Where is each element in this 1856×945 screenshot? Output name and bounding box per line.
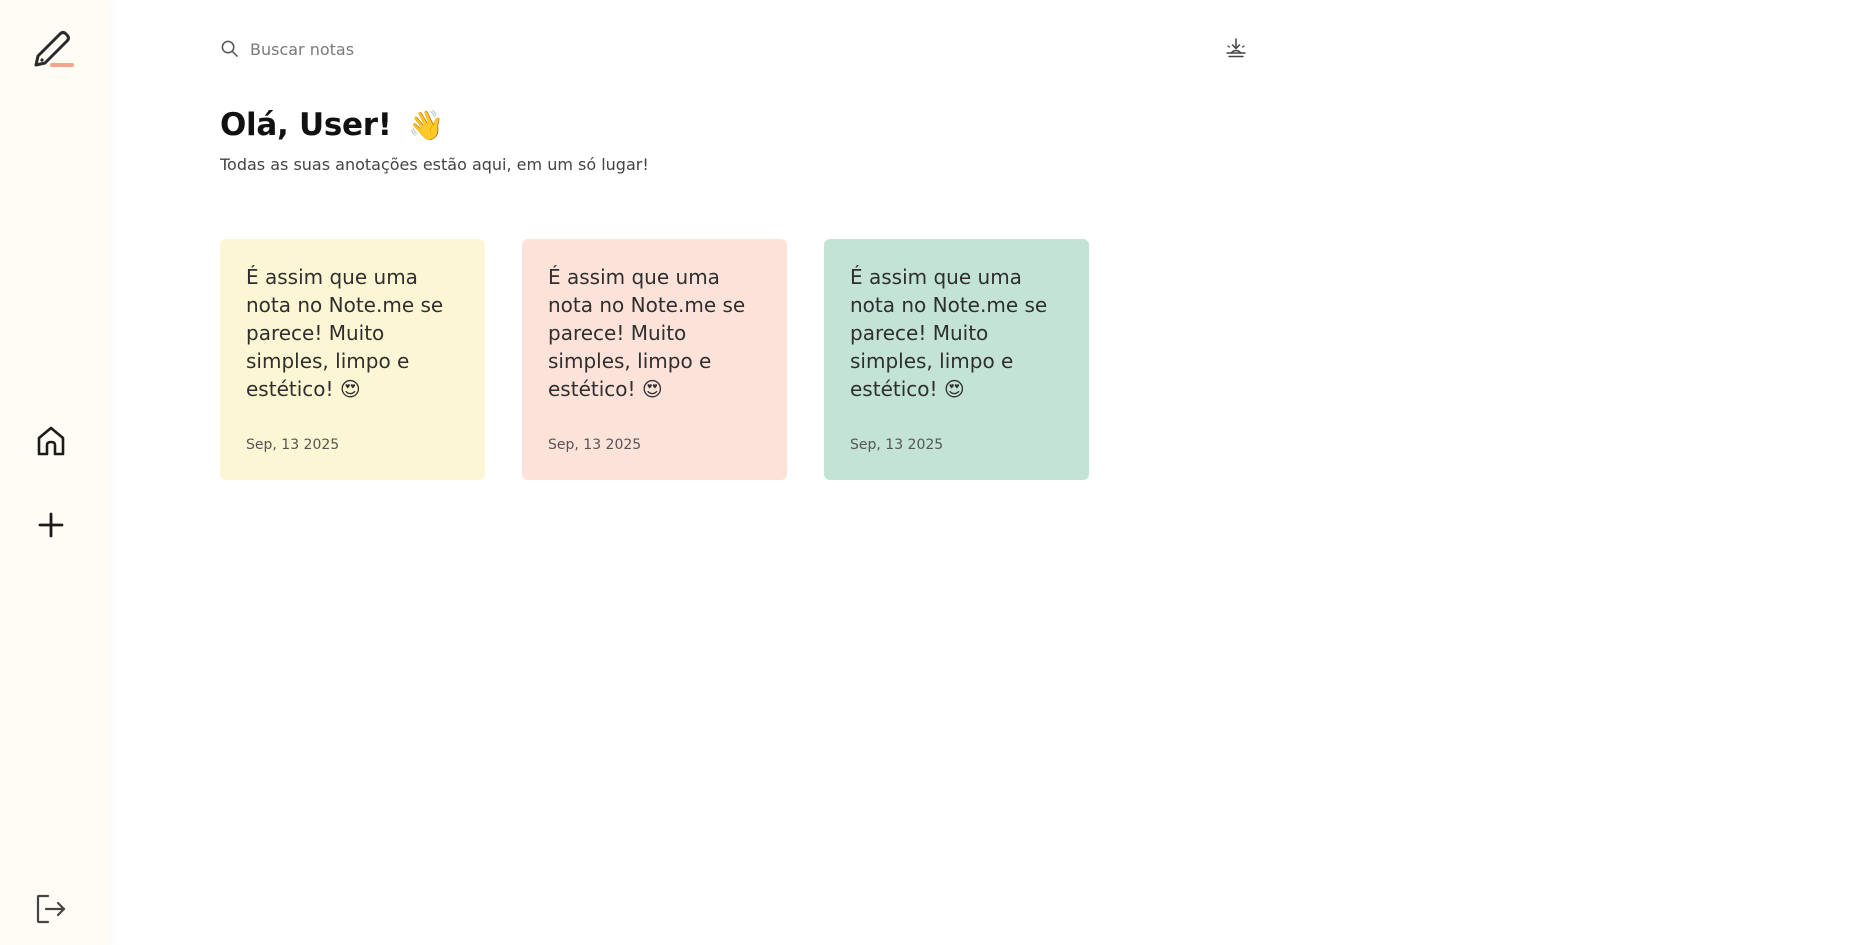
greeting-prefix: Olá, — [220, 107, 289, 143]
user-name: User! — [298, 107, 392, 143]
note-text: É assim que uma nota no Note.me se parec… — [850, 265, 1048, 401]
note-card[interactable]: É assim que uma nota no Note.me se parec… — [522, 239, 787, 480]
pencil-logo-icon[interactable] — [30, 26, 76, 72]
top-bar — [220, 34, 1252, 64]
greeting-heading: Olá, User! 👋 — [220, 107, 444, 143]
note-card[interactable]: É assim que uma nota no Note.me se parec… — [824, 239, 1089, 480]
search-icon — [221, 40, 238, 57]
sidebar — [0, 0, 109, 945]
page-subtitle: Todas as suas anotações estão aqui, em u… — [220, 155, 649, 174]
note-text: É assim que uma nota no Note.me se parec… — [548, 265, 746, 401]
note-text: É assim que uma nota no Note.me se parec… — [246, 265, 444, 401]
note-date: Sep, 13 2025 — [548, 437, 642, 453]
sunset-theme-icon[interactable] — [1224, 36, 1248, 60]
home-icon[interactable] — [33, 423, 69, 459]
note-date: Sep, 13 2025 — [850, 437, 944, 453]
note-card[interactable]: É assim que uma nota no Note.me se parec… — [220, 239, 485, 480]
search-input[interactable] — [250, 34, 850, 64]
note-date: Sep, 13 2025 — [246, 437, 340, 453]
plus-icon[interactable] — [33, 507, 69, 543]
waving-hand-emoji: 👋 — [408, 108, 444, 142]
logout-icon[interactable] — [33, 891, 69, 927]
